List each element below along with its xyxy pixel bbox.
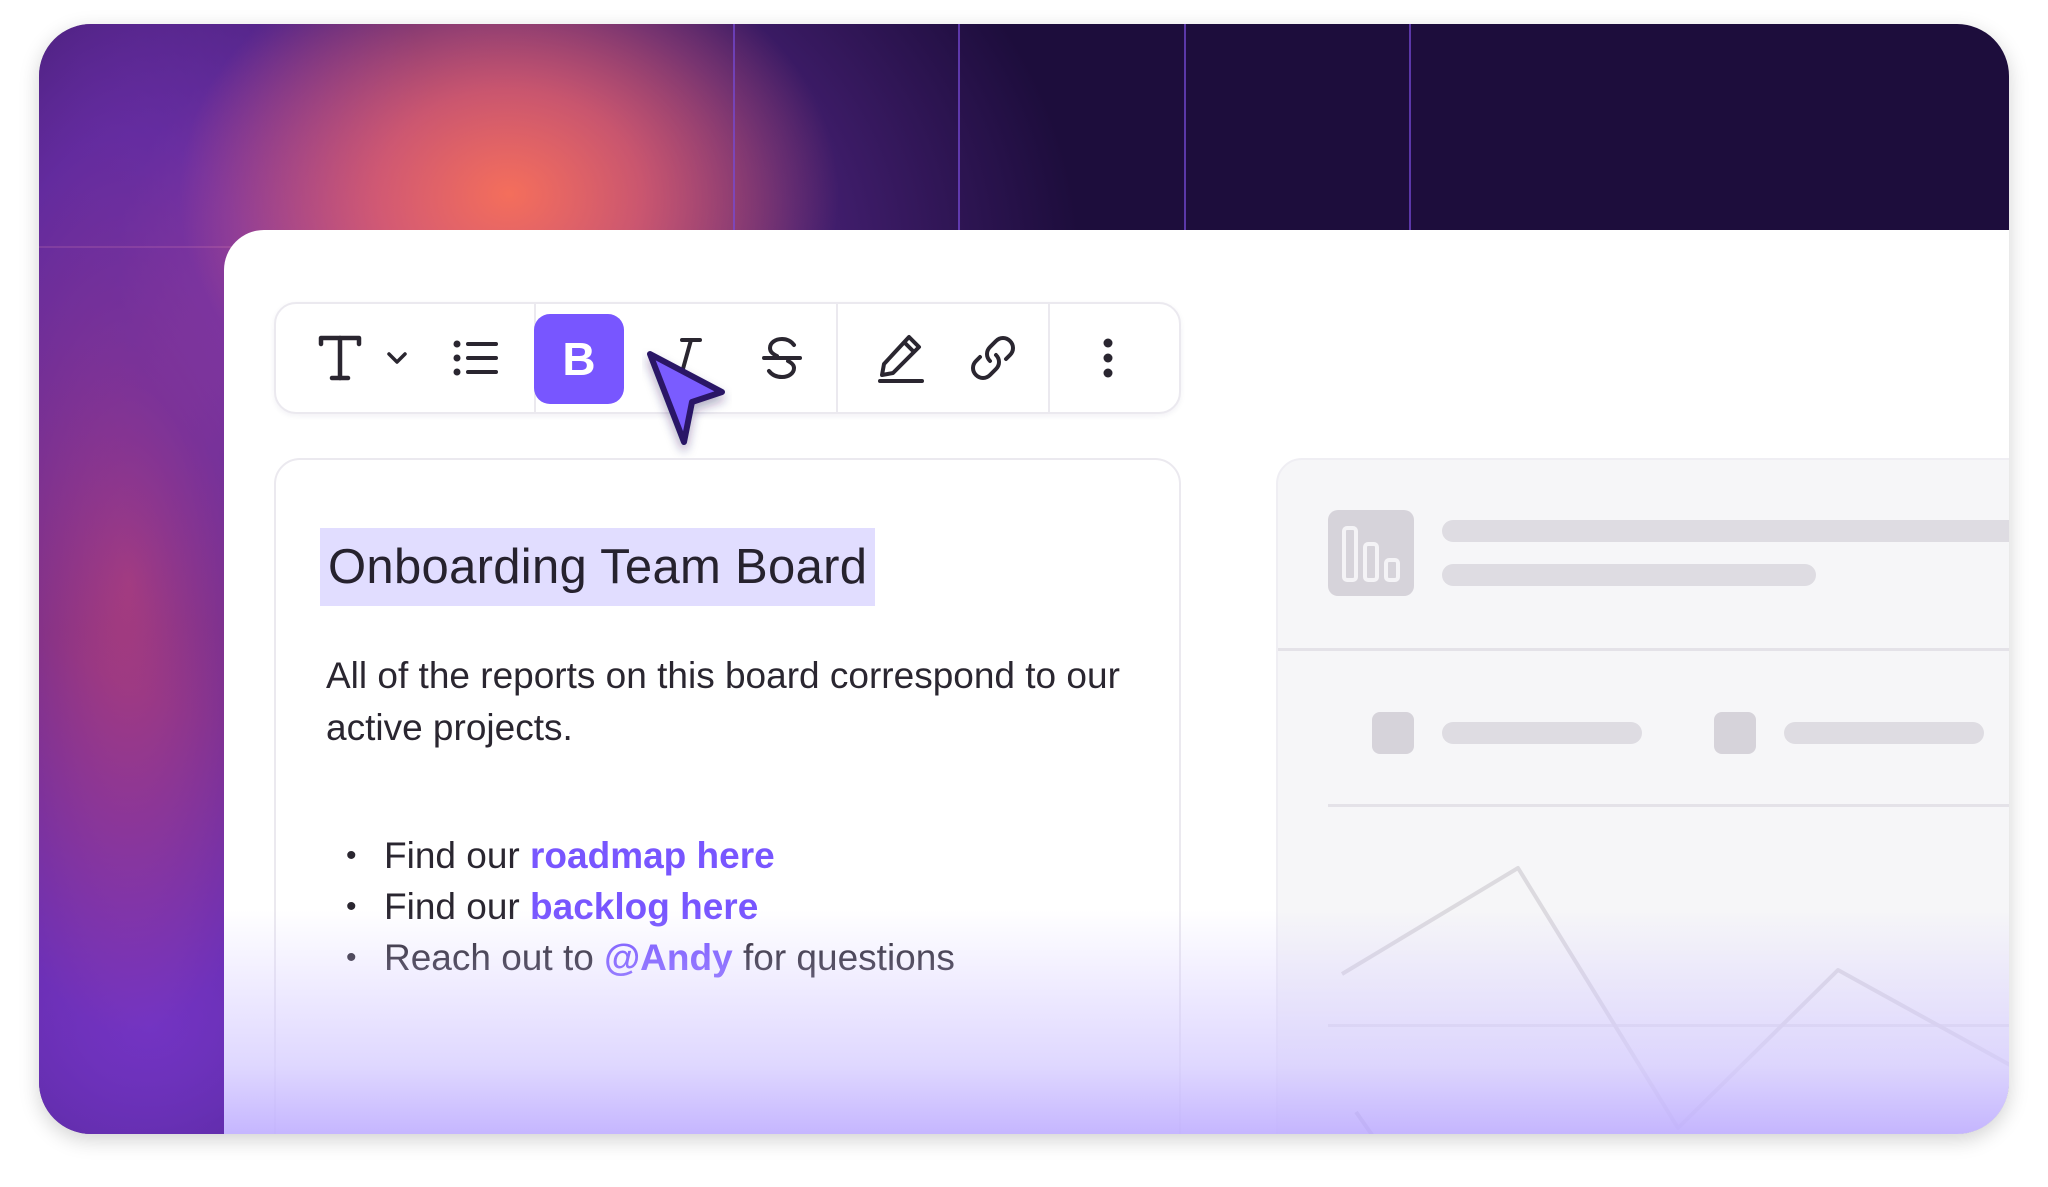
bullet-list: • Find our roadmap here • Find our backl… bbox=[346, 830, 955, 983]
bullet-icon: • bbox=[346, 890, 357, 923]
highlight-button[interactable] bbox=[876, 322, 926, 394]
report-card-placeholder bbox=[1276, 458, 2009, 1134]
grid-line bbox=[958, 24, 960, 234]
board-title[interactable]: Onboarding Team Board bbox=[328, 539, 867, 595]
bold-button[interactable]: B bbox=[534, 314, 624, 404]
grid-line bbox=[1409, 24, 1411, 234]
toolbar-divider bbox=[836, 304, 838, 412]
hero-card: B Onboarding Team Board All of the repor… bbox=[39, 24, 2009, 1134]
text-card[interactable]: Onboarding Team Board All of the reports… bbox=[274, 458, 1181, 1134]
pointer-cursor-icon bbox=[647, 351, 725, 445]
backlog-link[interactable]: backlog here bbox=[530, 886, 758, 927]
toolbar-divider bbox=[1048, 304, 1050, 412]
more-button[interactable] bbox=[1096, 322, 1120, 394]
list-item: • Find our backlog here bbox=[346, 881, 955, 932]
list-item-prefix: Find our bbox=[384, 886, 531, 927]
strikethrough-icon bbox=[762, 336, 802, 380]
link-icon bbox=[971, 336, 1015, 380]
link-button[interactable] bbox=[970, 322, 1016, 394]
board-panel: B Onboarding Team Board All of the repor… bbox=[224, 230, 2009, 1134]
list-item-suffix: for questions bbox=[732, 937, 955, 978]
text-style-icon bbox=[318, 335, 362, 381]
grid-line bbox=[1184, 24, 1186, 234]
bullet-icon: • bbox=[346, 941, 357, 974]
andy-mention[interactable]: @Andy bbox=[604, 937, 733, 978]
list-item-prefix: Find our bbox=[384, 835, 531, 876]
title-highlight: Onboarding Team Board bbox=[320, 528, 876, 606]
board-description: All of the reports on this board corresp… bbox=[326, 655, 1120, 748]
more-vertical-icon bbox=[1103, 338, 1113, 378]
list-item: • Find our roadmap here bbox=[346, 830, 955, 881]
text-style-dropdown[interactable] bbox=[384, 322, 410, 394]
list-item-prefix: Reach out to bbox=[384, 937, 605, 978]
text-style-button[interactable] bbox=[312, 322, 368, 394]
pen-icon bbox=[878, 335, 924, 383]
grid-line bbox=[39, 246, 249, 248]
grid-line bbox=[733, 24, 735, 234]
line-chart-placeholder bbox=[1340, 866, 2009, 1134]
bullet-icon: • bbox=[346, 839, 357, 872]
bullet-list-button[interactable] bbox=[452, 322, 500, 394]
list-item: • Reach out to @Andy for questions bbox=[346, 932, 955, 983]
strikethrough-button[interactable] bbox=[760, 322, 804, 394]
chevron-down-icon bbox=[387, 352, 407, 364]
bullet-list-icon bbox=[453, 340, 498, 376]
roadmap-link[interactable]: roadmap here bbox=[530, 835, 775, 876]
bold-label: B bbox=[562, 333, 596, 385]
